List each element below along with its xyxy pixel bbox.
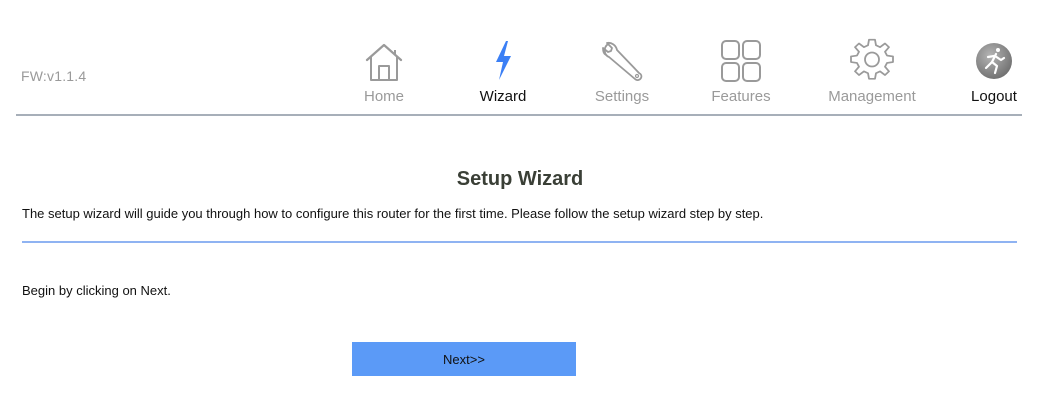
nav-label-wizard: Wizard <box>479 88 527 105</box>
content-divider <box>22 241 1017 243</box>
gear-icon <box>850 38 894 80</box>
top-navigation: Home Wizard Settings Features Management… <box>0 38 1046 110</box>
wrench-icon <box>602 41 643 81</box>
wizard-bolt-icon <box>496 41 511 80</box>
nav-item-logout[interactable]: Logout <box>939 38 1046 110</box>
nav-label-settings: Settings <box>594 88 650 105</box>
nav-item-management[interactable]: Management <box>817 38 927 110</box>
nav-label-management: Management <box>828 88 916 105</box>
nav-label-features: Features <box>711 88 771 105</box>
grid-icon <box>721 40 761 82</box>
nav-item-settings[interactable]: Settings <box>567 38 677 110</box>
home-icon <box>365 43 403 81</box>
nav-label-home: Home <box>363 88 404 105</box>
page: FW:v1.1.4 Home Wizard Settings Features … <box>0 0 1046 414</box>
wizard-description: The setup wizard will guide you through … <box>22 206 764 221</box>
nav-item-features[interactable]: Features <box>686 38 796 110</box>
next-button[interactable]: Next>> <box>352 342 576 376</box>
nav-item-wizard[interactable]: Wizard <box>448 38 558 110</box>
nav-item-home[interactable]: Home <box>329 38 439 110</box>
logout-icon <box>976 43 1012 79</box>
nav-label-logout: Logout <box>971 88 1017 105</box>
page-title: Setup Wizard <box>456 168 584 190</box>
wizard-instruction: Begin by clicking on Next. <box>22 283 171 298</box>
header-divider <box>16 114 1022 116</box>
